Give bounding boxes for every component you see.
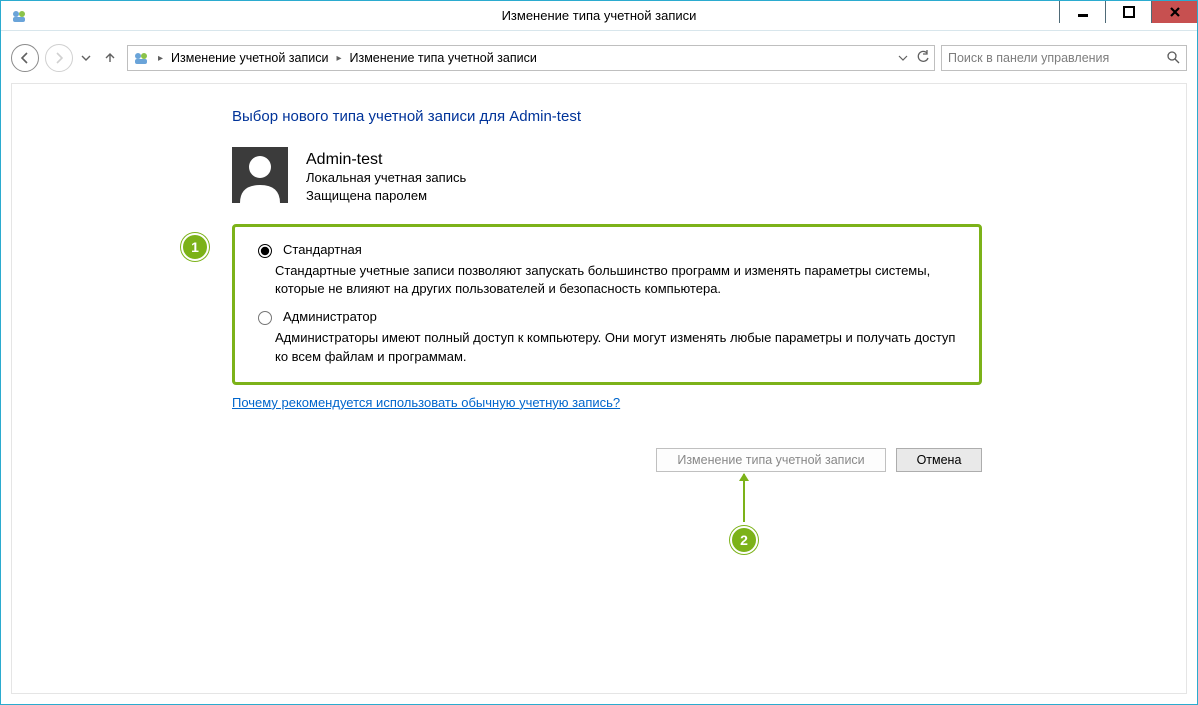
button-row: Изменение типа учетной записи Отмена 2 [232,448,982,472]
content-area: Выбор нового типа учетной записи для Adm… [11,83,1187,694]
annotation-arrow-2: 2 [730,474,758,554]
user-name: Admin-test [306,151,466,169]
radio-admin-input[interactable] [258,311,272,325]
window-controls [1059,1,1197,23]
breadcrumb-seg1[interactable]: Изменение учетной записи [171,51,328,65]
address-bar[interactable]: ▸ Изменение учетной записи ▸ Изменение т… [127,45,935,71]
search-placeholder: Поиск в панели управления [948,51,1109,65]
radio-standard[interactable]: Стандартная [253,241,961,258]
account-type-options: 1 Стандартная Стандартные учетные записи… [232,224,982,385]
search-input[interactable]: Поиск в панели управления [941,45,1187,71]
refresh-button[interactable] [916,50,930,67]
change-type-button[interactable]: Изменение типа учетной записи [656,448,886,472]
radio-admin[interactable]: Администратор [253,308,961,325]
user-account-type: Локальная учетная запись [306,169,466,187]
close-button[interactable] [1151,1,1197,23]
radio-standard-label: Стандартная [283,242,362,257]
radio-admin-desc: Администраторы имеют полный доступ к ком… [275,329,961,365]
chevron-right-icon: ▸ [156,53,165,64]
radio-standard-desc: Стандартные учетные записи позволяют зап… [275,262,961,298]
back-button[interactable] [11,44,39,72]
up-button[interactable] [99,47,121,69]
search-icon [1166,50,1180,67]
breadcrumb-seg2[interactable]: Изменение типа учетной записи [350,51,537,65]
radio-standard-input[interactable] [258,244,272,258]
cancel-button[interactable]: Отмена [896,448,982,472]
navigation-bar: ▸ Изменение учетной записи ▸ Изменение т… [11,39,1187,77]
location-icon [132,49,150,67]
window-frame: Изменение типа учетной записи [0,0,1198,705]
history-dropdown[interactable] [79,44,93,72]
forward-button[interactable] [45,44,73,72]
chevron-right-icon: ▸ [334,53,343,64]
why-standard-link[interactable]: Почему рекомендуется использовать обычну… [232,395,620,410]
avatar [232,147,288,203]
arrow-up-icon [743,474,745,522]
radio-admin-label: Администратор [283,309,377,324]
chevron-down-icon[interactable] [898,51,908,66]
minimize-button[interactable] [1059,1,1105,23]
user-info: Admin-test Локальная учетная запись Защи… [232,147,1146,204]
annotation-badge-2: 2 [730,526,758,554]
user-password-status: Защищена паролем [306,187,466,205]
page-heading: Выбор нового типа учетной записи для Adm… [232,108,1146,125]
titlebar: Изменение типа учетной записи [1,1,1197,31]
annotation-badge-1: 1 [181,233,209,261]
app-icon [11,8,27,24]
window-title: Изменение типа учетной записи [1,8,1197,23]
maximize-button[interactable] [1105,1,1151,23]
